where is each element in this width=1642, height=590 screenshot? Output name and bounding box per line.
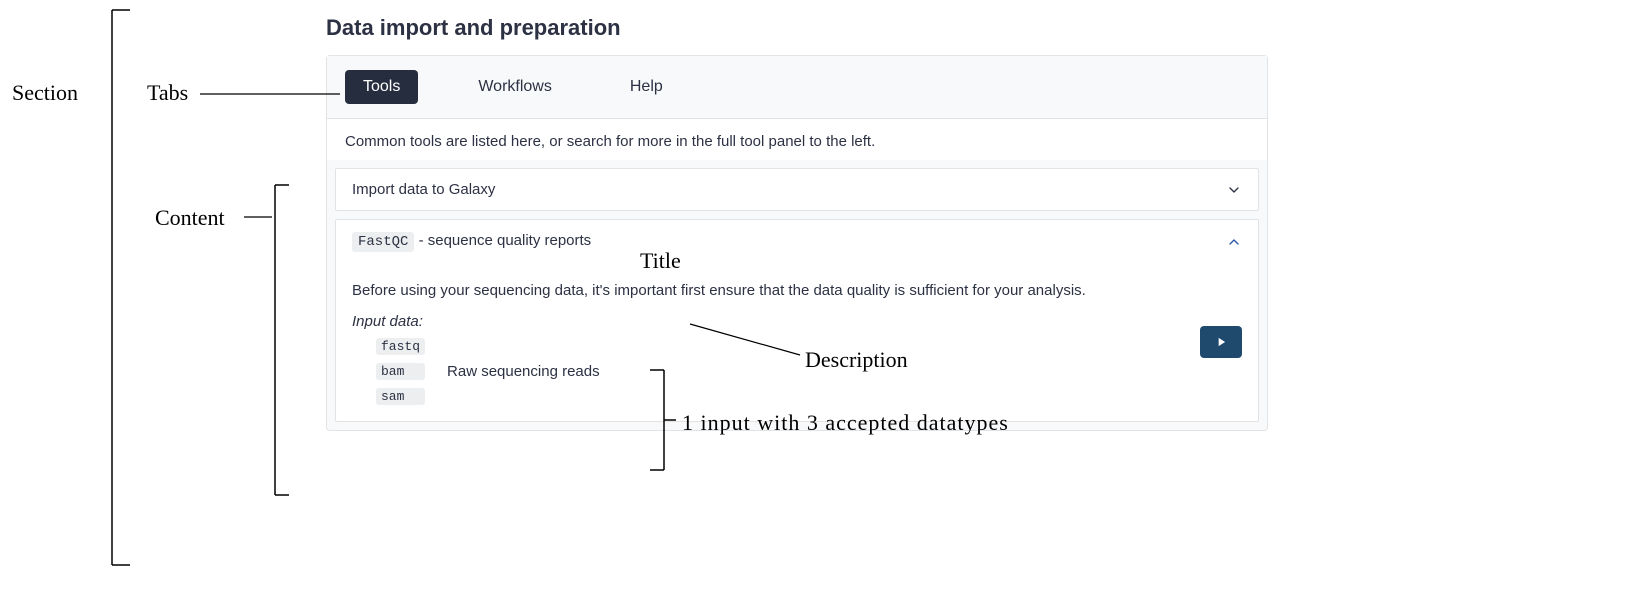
- tool-description: Before using your sequencing data, it's …: [352, 282, 1242, 299]
- accordion-title: FastQC - sequence quality reports: [352, 232, 591, 252]
- datatype-chip-stack: fastq bam sam: [352, 338, 425, 405]
- input-label: Raw sequencing reads: [447, 363, 600, 380]
- section-title: Data import and preparation: [326, 15, 1268, 41]
- anno-content: Content: [155, 205, 225, 231]
- input-heading: Input data:: [352, 313, 1242, 330]
- run-tool-button[interactable]: [1200, 326, 1242, 358]
- accordion-header-fastqc[interactable]: FastQC - sequence quality reports: [336, 220, 1258, 264]
- accordion-body-fastqc: Before using your sequencing data, it's …: [336, 264, 1258, 421]
- chevron-up-icon: [1226, 234, 1242, 250]
- tool-code-chip: FastQC: [352, 232, 414, 252]
- datatype-chip: fastq: [376, 338, 425, 355]
- tab-tools[interactable]: Tools: [345, 70, 418, 104]
- tab-note: Common tools are listed here, or search …: [327, 118, 1267, 160]
- accordion-item-fastqc: FastQC - sequence quality reports Before…: [335, 219, 1259, 422]
- tool-title-suffix: - sequence quality reports: [414, 232, 591, 249]
- datatype-chip: bam: [376, 363, 425, 380]
- accordion-item-import: Import data to Galaxy: [335, 168, 1259, 211]
- section-card: Tools Workflows Help Common tools are li…: [326, 55, 1268, 431]
- chevron-down-icon: [1226, 182, 1242, 198]
- accordion-title: Import data to Galaxy: [352, 181, 495, 198]
- tab-help[interactable]: Help: [612, 70, 681, 104]
- tab-workflows[interactable]: Workflows: [460, 70, 570, 104]
- anno-tabs: Tabs: [147, 80, 188, 106]
- accordion-header-import[interactable]: Import data to Galaxy: [336, 169, 1258, 210]
- anno-section: Section: [12, 80, 78, 106]
- input-row: fastq bam sam Raw sequencing reads: [352, 338, 1242, 405]
- tab-bar: Tools Workflows Help: [327, 56, 1267, 118]
- datatype-chip: sam: [376, 388, 425, 405]
